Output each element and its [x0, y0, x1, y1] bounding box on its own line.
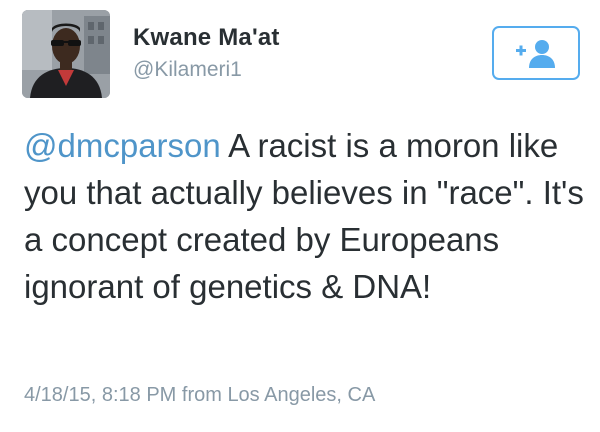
avatar[interactable] — [22, 10, 110, 98]
tweet-card: Kwane Ma'at @Kilameri1 @dmcparson A raci… — [0, 0, 600, 432]
follow-button[interactable] — [492, 26, 580, 80]
mention-link[interactable]: @dmcparson — [24, 127, 221, 164]
tweet-text: @dmcparson A racist is a moron like you … — [24, 122, 584, 310]
user-handle[interactable]: @Kilameri1 — [133, 58, 242, 82]
profile-photo-icon — [22, 10, 110, 98]
display-name[interactable]: Kwane Ma'at — [133, 24, 280, 52]
add-user-icon — [516, 40, 555, 68]
tweet-timestamp-location[interactable]: 4/18/15, 8:18 PM from Los Angeles, CA — [24, 384, 375, 407]
